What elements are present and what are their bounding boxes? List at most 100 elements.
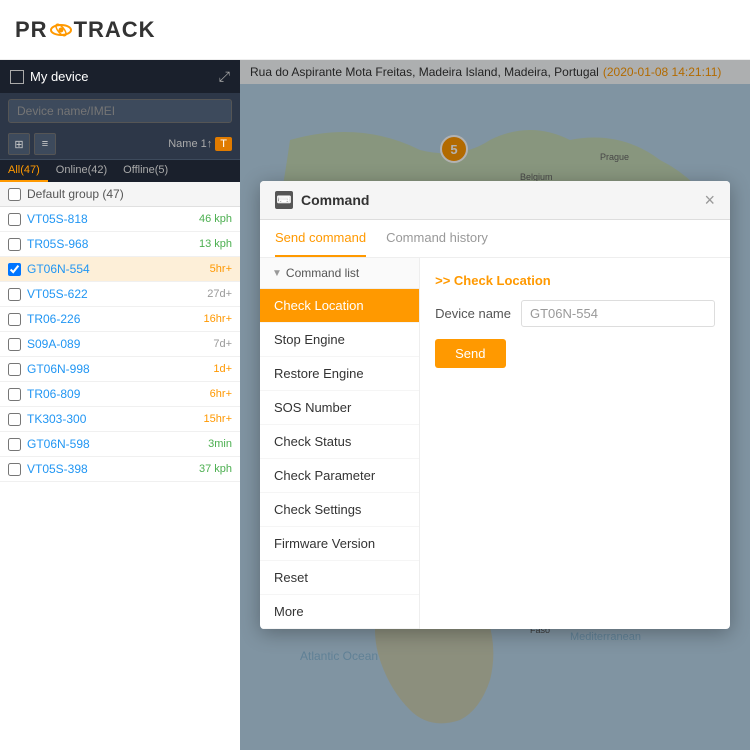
device-name: GT06N-598	[27, 437, 208, 451]
command-list-header: ▼ Command list	[260, 258, 419, 289]
command-item[interactable]: Reset	[260, 561, 419, 595]
device-name: VT05S-818	[27, 212, 199, 226]
sidebar-toolbar: ⊞ ≡ Name 1↑ T	[0, 129, 240, 160]
device-checkbox[interactable]	[8, 213, 21, 226]
device-row[interactable]: VT05S-398 37 kph	[0, 457, 240, 482]
tab-all[interactable]: All(47)	[0, 160, 48, 182]
send-button[interactable]: Send	[435, 339, 505, 368]
sort-label[interactable]: Name 1↑ T	[168, 137, 232, 151]
command-right-panel: >> Check Location Device name Send	[420, 258, 730, 629]
sidebar-header-title: My device	[30, 69, 89, 84]
device-name-label: Device name	[435, 306, 511, 321]
device-checkbox[interactable]	[8, 263, 21, 276]
device-checkbox[interactable]	[8, 438, 21, 451]
logo: PR TRACK	[15, 17, 156, 43]
device-status: 27d+	[207, 288, 232, 300]
group-checkbox[interactable]	[8, 188, 21, 201]
device-list: Default group (47) VT05S-818 46 kph TR05…	[0, 182, 240, 750]
device-status: 7d+	[213, 338, 232, 350]
device-row[interactable]: GT06N-598 3min	[0, 432, 240, 457]
device-name: TR05S-968	[27, 237, 199, 251]
device-status: 37 kph	[199, 463, 232, 475]
search-input[interactable]	[8, 99, 232, 123]
modal-tabs: Send command Command history	[260, 220, 730, 258]
tab-command-history[interactable]: Command history	[386, 220, 488, 257]
device-checkbox[interactable]	[8, 338, 21, 351]
device-row[interactable]: VT05S-818 46 kph	[0, 207, 240, 232]
command-item[interactable]: Stop Engine	[260, 323, 419, 357]
sidebar: My device ⤢ ⊞ ≡ Name 1↑ T All(47) Online…	[0, 60, 240, 750]
device-group-header: Default group (47)	[0, 182, 240, 207]
device-name-input[interactable]	[521, 300, 715, 327]
grid-view-btn[interactable]: ≡	[34, 133, 56, 155]
tab-offline[interactable]: Offline(5)	[115, 160, 176, 182]
command-item[interactable]: Check Location	[260, 289, 419, 323]
device-row[interactable]: VT05S-622 27d+	[0, 282, 240, 307]
modal-backdrop: ⌨ Command × Send command Command history	[240, 60, 750, 750]
list-view-btn[interactable]: ⊞	[8, 133, 30, 155]
device-row[interactable]: TR06-226 16hr+	[0, 307, 240, 332]
device-checkbox[interactable]	[8, 413, 21, 426]
modal-icon: ⌨	[275, 191, 293, 209]
device-checkbox[interactable]	[8, 463, 21, 476]
device-checkbox[interactable]	[8, 288, 21, 301]
sidebar-search	[0, 93, 240, 129]
device-status: 15hr+	[204, 413, 232, 425]
device-tabs: All(47) Online(42) Offline(5)	[0, 160, 240, 182]
command-items: Check LocationStop EngineRestore EngineS…	[260, 289, 419, 629]
command-item[interactable]: Check Parameter	[260, 459, 419, 493]
modal-title: Command	[301, 192, 369, 208]
device-checkbox[interactable]	[8, 238, 21, 251]
filter-badge[interactable]: T	[215, 137, 232, 151]
modal-title-group: ⌨ Command	[275, 191, 369, 209]
device-row[interactable]: TR06-809 6hr+	[0, 382, 240, 407]
device-checkbox[interactable]	[8, 363, 21, 376]
device-name: VT05S-622	[27, 287, 207, 301]
device-status: 13 kph	[199, 238, 232, 250]
device-name: GT06N-554	[27, 262, 210, 276]
command-item[interactable]: Firmware Version	[260, 527, 419, 561]
command-list-label: Command list	[286, 266, 359, 280]
device-row[interactable]: GT06N-554 5hr+	[0, 257, 240, 282]
device-icon	[10, 70, 24, 84]
tab-online[interactable]: Online(42)	[48, 160, 115, 182]
device-name-row: Device name	[435, 300, 715, 327]
device-status: 3min	[208, 438, 232, 450]
group-name: Default group (47)	[27, 187, 124, 201]
device-checkbox[interactable]	[8, 313, 21, 326]
device-row[interactable]: TK303-300 15hr+	[0, 407, 240, 432]
collapse-icon[interactable]: ⤢	[219, 68, 230, 85]
command-item[interactable]: Restore Engine	[260, 357, 419, 391]
command-item[interactable]: More	[260, 595, 419, 629]
command-list-panel: ▼ Command list Check LocationStop Engine…	[260, 258, 420, 629]
device-name: GT06N-998	[27, 362, 213, 376]
command-item[interactable]: SOS Number	[260, 391, 419, 425]
modal-body: ▼ Command list Check LocationStop Engine…	[260, 258, 730, 629]
device-row[interactable]: GT06N-998 1d+	[0, 357, 240, 382]
chevron-icon: ▼	[272, 268, 282, 279]
main-layout: My device ⤢ ⊞ ≡ Name 1↑ T All(47) Online…	[0, 60, 750, 750]
logo-text-track: TRACK	[74, 17, 156, 43]
device-name: VT05S-398	[27, 462, 199, 476]
modal-header: ⌨ Command ×	[260, 181, 730, 220]
top-bar: PR TRACK	[0, 0, 750, 60]
map-area[interactable]: Atlantic Ocean Mediterranean Belgium Pra…	[240, 60, 750, 750]
device-checkbox[interactable]	[8, 388, 21, 401]
sidebar-header: My device ⤢	[0, 60, 240, 93]
sidebar-header-left: My device	[10, 69, 89, 84]
device-name: TR06-226	[27, 312, 204, 326]
device-status: 16hr+	[204, 313, 232, 325]
device-name: S09A-089	[27, 337, 213, 351]
device-status: 5hr+	[210, 263, 232, 275]
close-button[interactable]: ×	[704, 191, 715, 209]
command-modal: ⌨ Command × Send command Command history	[260, 181, 730, 629]
device-row[interactable]: S09A-089 7d+	[0, 332, 240, 357]
device-name: TK303-300	[27, 412, 204, 426]
tab-send-command[interactable]: Send command	[275, 220, 366, 257]
logo-text-pr: PR	[15, 17, 48, 43]
command-item[interactable]: Check Status	[260, 425, 419, 459]
device-status: 6hr+	[210, 388, 232, 400]
command-item[interactable]: Check Settings	[260, 493, 419, 527]
device-row[interactable]: TR05S-968 13 kph	[0, 232, 240, 257]
device-name: TR06-809	[27, 387, 210, 401]
